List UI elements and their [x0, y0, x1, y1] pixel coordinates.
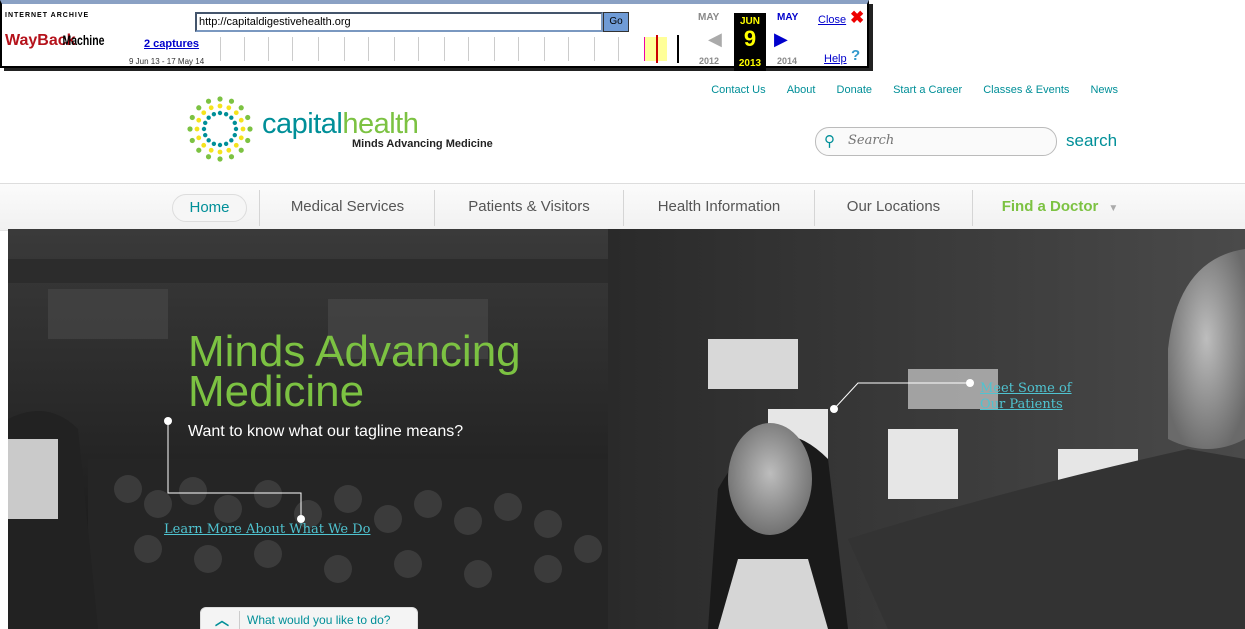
meet-patients-link[interactable]: Meet Some of Our Patients	[980, 381, 1100, 413]
capture-timeline[interactable]	[220, 35, 690, 65]
search-button[interactable]: search	[1066, 131, 1117, 151]
top-link-about[interactable]: About	[787, 84, 816, 96]
current-year: 2013	[738, 58, 762, 69]
top-link-donate[interactable]: Donate	[837, 84, 872, 96]
go-button[interactable]: Go	[603, 12, 629, 32]
internet-archive-label: INTERNET ARCHIVE	[5, 12, 90, 19]
capital-health-logo-icon[interactable]	[185, 94, 255, 164]
captures-link[interactable]: 2 captures	[144, 38, 199, 50]
search-box: ⚲	[815, 127, 1057, 156]
wayback-logo[interactable]: WayBack Machine	[4, 23, 106, 53]
current-day: 9	[743, 26, 757, 51]
prev-month: MAY	[698, 12, 720, 23]
top-link-career[interactable]: Start a Career	[893, 84, 962, 96]
learn-more-link[interactable]: Learn More About What We Do	[164, 522, 370, 537]
next-year: 2014	[777, 56, 798, 66]
search-input[interactable]	[846, 132, 1050, 149]
what-to-do-tab[interactable]: ︿ What would you like to do?	[200, 607, 418, 629]
nav-item-medical-services[interactable]: Medical Services	[260, 184, 435, 230]
current-capture-box: JUN 9 2013	[734, 13, 766, 71]
top-link-contact[interactable]: Contact Us	[711, 84, 765, 96]
nav-item-health-information[interactable]: Health Information	[624, 184, 814, 230]
capture-range: 9 Jun 13 - 17 May 14	[129, 57, 205, 66]
timeline-current-marker	[656, 35, 658, 63]
hero-banner: Minds Advancing Medicine Want to know wh…	[8, 229, 1245, 629]
prev-arrow-icon: ◀	[708, 29, 722, 49]
nav-item-patients-visitors[interactable]: Patients & Visitors	[435, 184, 623, 230]
close-link[interactable]: Close	[818, 14, 846, 26]
chevron-up-icon: ︿	[215, 612, 229, 628]
what-to-do-label: What would you like to do?	[247, 613, 391, 627]
nav-divider	[972, 190, 973, 226]
hero-title: Minds Advancing Medicine	[188, 327, 521, 416]
close-icon[interactable]: ✖	[850, 8, 864, 28]
main-nav: Home Medical Services Patients & Visitor…	[0, 183, 1245, 231]
prev-year: 2012	[699, 56, 720, 66]
timeline-capture-marker	[677, 35, 679, 63]
help-icon[interactable]: ?	[851, 47, 860, 64]
nav-item-home[interactable]: Home	[172, 194, 247, 222]
brand-name[interactable]: capitalhealth	[262, 108, 419, 141]
nav-item-our-locations[interactable]: Our Locations	[815, 184, 972, 230]
toolbar-shadow-side	[869, 4, 873, 71]
nav-item-find-a-doctor[interactable]: Find a Doctor ▼	[995, 184, 1125, 230]
search-icon: ⚲	[824, 133, 835, 150]
help-link[interactable]: Help	[824, 53, 847, 65]
svg-text:Machine: Machine	[63, 33, 105, 49]
top-link-classes[interactable]: Classes & Events	[983, 84, 1069, 96]
brand-tagline: Minds Advancing Medicine	[352, 138, 493, 150]
tab-divider	[239, 611, 240, 629]
next-month: MAY	[777, 12, 799, 23]
url-input[interactable]: http://capitaldigestivehealth.org	[195, 12, 603, 32]
top-links: Contact Us About Donate Start a Career C…	[693, 84, 1118, 96]
wayback-toolbar: INTERNET ARCHIVE WayBack Machine http://…	[0, 0, 869, 71]
hero-subtitle: Want to know what our tagline means?	[188, 423, 464, 440]
top-link-news[interactable]: News	[1090, 84, 1118, 96]
next-arrow-icon[interactable]: ▶	[774, 29, 788, 50]
dropdown-arrow-icon: ▼	[1108, 203, 1119, 214]
